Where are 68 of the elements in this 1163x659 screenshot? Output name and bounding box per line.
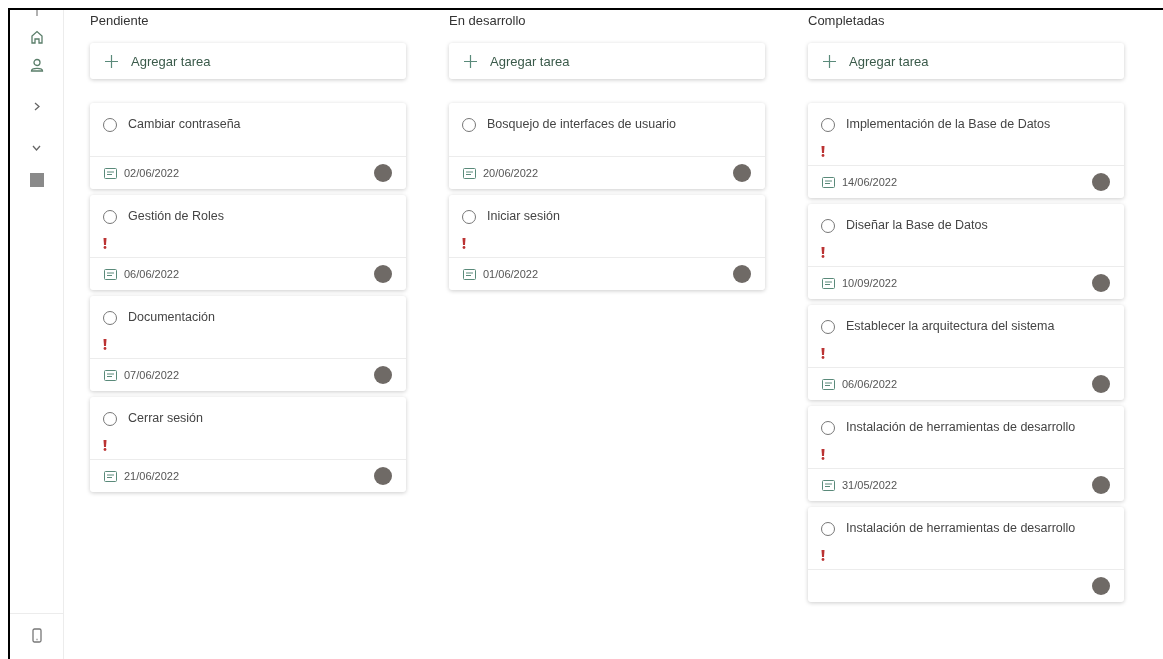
- calendar-icon: [104, 470, 117, 482]
- task-card[interactable]: Establecer la arquitectura del sistema 06/06/2022: [808, 305, 1124, 400]
- task-card[interactable]: Implementación de la Base de Datos 14/06/2022: [808, 103, 1124, 198]
- chevron-right-icon[interactable]: [33, 102, 40, 111]
- calendar-icon: [104, 167, 117, 179]
- due-date: 21/06/2022: [124, 470, 180, 482]
- calendar-icon: [822, 277, 835, 289]
- add-task-button[interactable]: Agregar tarea: [449, 43, 765, 79]
- task-title: Iniciar sesión: [487, 209, 560, 224]
- task-card[interactable]: Bosquejo de interfaces de usuario 20/06/2022: [449, 103, 765, 189]
- chevron-down-icon[interactable]: [32, 145, 41, 151]
- task-card[interactable]: Iniciar sesión 01/06/2022: [449, 195, 765, 290]
- avatar-circle: [1092, 274, 1110, 292]
- task-card[interactable]: Cambiar contraseña 02/06/2022: [90, 103, 406, 189]
- task-title: Gestión de Roles: [128, 209, 224, 224]
- avatar-circle: [1092, 476, 1110, 494]
- task-card[interactable]: Diseñar la Base de Datos 10/09/2022: [808, 204, 1124, 299]
- calendar-icon: [463, 268, 476, 280]
- task-title: Bosquejo de interfaces de usuario: [487, 117, 676, 132]
- plus-icon: [823, 54, 836, 68]
- avatar-circle: [733, 164, 751, 182]
- avatar-circle: [374, 366, 392, 384]
- due-date: 31/05/2022: [842, 479, 898, 491]
- due-date: 06/06/2022: [124, 268, 180, 280]
- task-title: Cerrar sesión: [128, 411, 204, 426]
- phone-icon[interactable]: [31, 628, 42, 643]
- task-card[interactable]: Instalación de herramientas de desarrollo: [808, 507, 1124, 602]
- plus-icon: [464, 54, 477, 68]
- task-title: Cambiar contraseña: [128, 117, 241, 132]
- avatar-circle: [1092, 577, 1110, 595]
- task-title: Instalación de herramientas de desarrollo: [846, 521, 1076, 536]
- add-task-button[interactable]: Agregar tarea: [90, 43, 406, 79]
- task-title: Diseñar la Base de Datos: [846, 218, 988, 233]
- task-card[interactable]: Documentación 07/06/2022: [90, 296, 406, 391]
- add-task-button[interactable]: Agregar tarea: [808, 43, 1124, 79]
- task-title: Documentación: [128, 310, 215, 325]
- task-title: Instalación de herramientas de desarrollo: [846, 420, 1076, 435]
- due-date: 02/06/2022: [124, 167, 180, 179]
- calendar-icon: [822, 479, 835, 491]
- column-title: Completadas: [808, 12, 886, 28]
- column-title: En desarrollo: [449, 12, 527, 28]
- due-date: 01/06/2022: [483, 268, 539, 280]
- square-icon[interactable]: [29, 173, 44, 187]
- column-title: Pendiente: [90, 12, 150, 28]
- person-icon[interactable]: [29, 58, 44, 72]
- plus-icon: [105, 54, 118, 68]
- task-card[interactable]: Gestión de Roles 06/06/2022: [90, 195, 406, 290]
- task-card[interactable]: Cerrar sesión 21/06/2022: [90, 397, 406, 492]
- due-date: 20/06/2022: [483, 167, 539, 179]
- task-title: Establecer la arquitectura del sistema: [846, 319, 1055, 334]
- due-date: 07/06/2022: [124, 369, 180, 381]
- avatar-circle: [374, 265, 392, 283]
- due-date: 14/06/2022: [842, 176, 898, 188]
- avatar-circle: [1092, 173, 1110, 191]
- avatar-circle: [733, 265, 751, 283]
- avatar-circle: [374, 467, 392, 485]
- task-title: Implementación de la Base de Datos: [846, 117, 1051, 132]
- avatar-circle: [374, 164, 392, 182]
- home-icon[interactable]: [29, 30, 44, 44]
- calendar-icon: [463, 167, 476, 179]
- avatar-circle: [1092, 375, 1110, 393]
- task-card[interactable]: Instalación de herramientas de desarrollo 31/05/2022: [808, 406, 1124, 501]
- calendar-icon: [104, 369, 117, 381]
- calendar-icon: [822, 176, 835, 188]
- calendar-icon: [104, 268, 117, 280]
- due-date: 06/06/2022: [842, 378, 898, 390]
- due-date: 10/09/2022: [842, 277, 898, 289]
- calendar-icon: [822, 378, 835, 390]
